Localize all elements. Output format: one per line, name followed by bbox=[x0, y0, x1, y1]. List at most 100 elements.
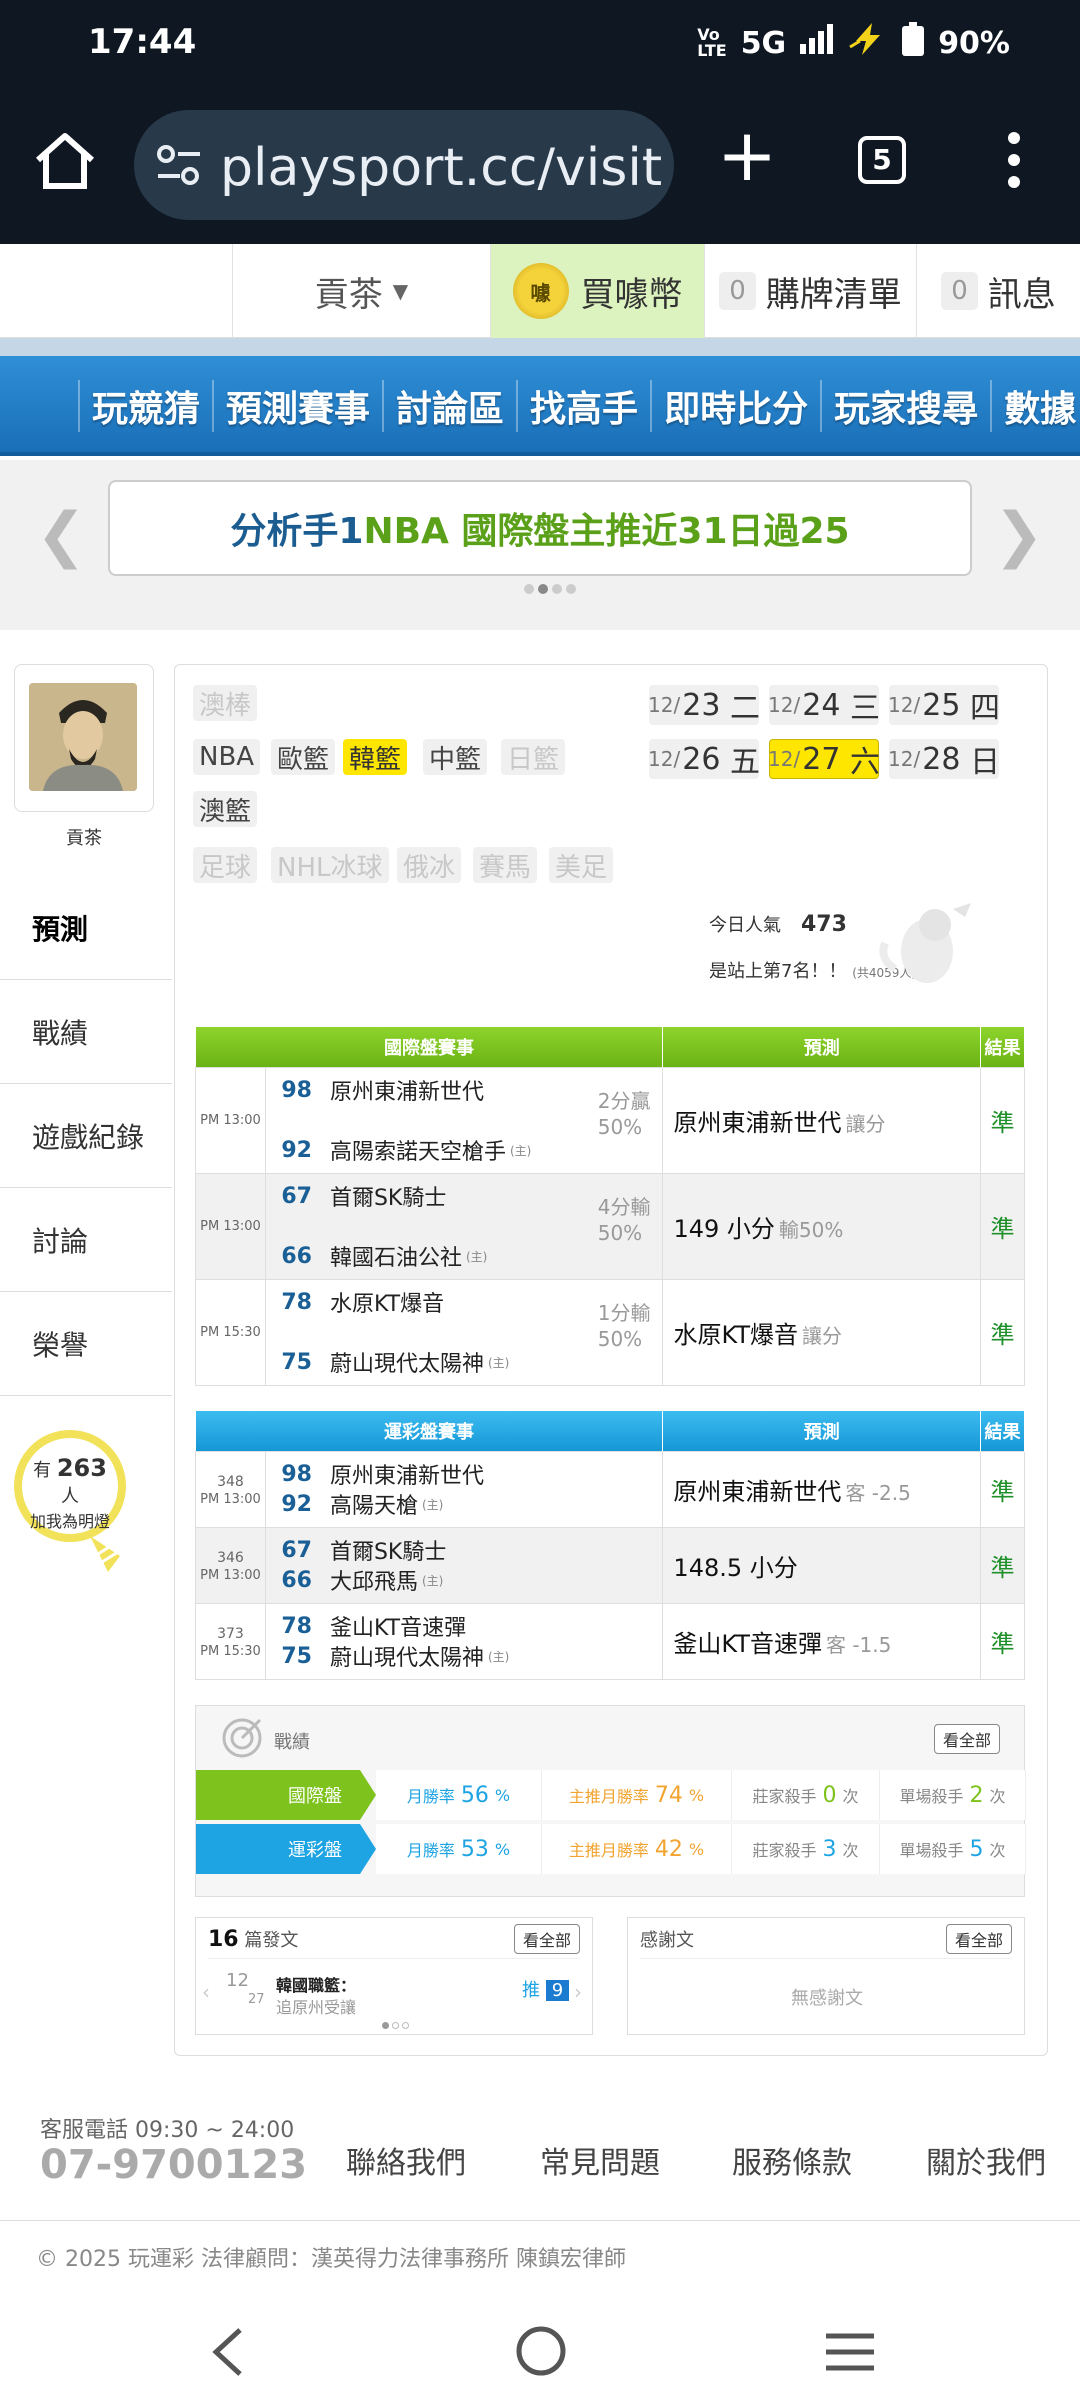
result: 準 bbox=[980, 1278, 1025, 1386]
footer-link-terms[interactable]: 服務條款 bbox=[732, 2138, 852, 2182]
chevron-left-icon[interactable]: ❮ bbox=[36, 500, 86, 570]
profile-menu: 預測 戰績 遊戲紀錄 討論 榮譽 bbox=[0, 876, 172, 1396]
nav-find-experts[interactable]: 找高手 bbox=[516, 380, 650, 432]
home-icon[interactable] bbox=[30, 126, 100, 196]
date-1226[interactable]: 12/26 五 bbox=[648, 739, 760, 780]
side-tab-record[interactable]: 戰績 bbox=[0, 980, 172, 1084]
prediction: 釜山KT音速彈客 -1.5 bbox=[662, 1602, 981, 1680]
nav-play-guess[interactable]: 玩競猜 bbox=[78, 380, 212, 432]
team-home[interactable]: 高陽索諾天空槍手 bbox=[330, 1134, 506, 1166]
sport-tag-china-basketball[interactable]: 中籃 bbox=[423, 739, 488, 775]
carousel-dot[interactable] bbox=[552, 584, 562, 594]
nav-stripe bbox=[0, 338, 1080, 358]
sport-tag-nba[interactable]: NBA bbox=[193, 739, 261, 775]
side-tab-game-log[interactable]: 遊戲紀錄 bbox=[0, 1084, 172, 1188]
avatar-card[interactable] bbox=[14, 664, 154, 812]
nav-data[interactable]: 數據 bbox=[990, 380, 1080, 432]
carousel-dot-active[interactable] bbox=[538, 584, 548, 594]
side-tab-predict[interactable]: 預測 bbox=[0, 876, 172, 980]
nav-forum[interactable]: 討論區 bbox=[382, 380, 516, 432]
new-tab-icon[interactable]: + bbox=[712, 119, 782, 191]
footer-link-about[interactable]: 關於我們 bbox=[926, 2138, 1046, 2182]
team-home[interactable]: 大邱飛馬 bbox=[330, 1564, 418, 1596]
profile-name: 貢茶 bbox=[66, 828, 102, 849]
post-title[interactable]: 韓國職籃： bbox=[276, 1972, 356, 1996]
messages-button[interactable]: 0 訊息 bbox=[916, 244, 1080, 338]
table-row: PM 15:30 78 水原KT爆音 75 蔚山現代太陽神 (主) 1分輸 50% 水原… bbox=[195, 1278, 1025, 1386]
banner-link[interactable]: 分析手1 NBA 國際盤主推近31日過25 bbox=[108, 480, 972, 576]
team-away[interactable]: 首爾SK騎士 bbox=[330, 1180, 446, 1212]
team-away[interactable]: 原州東浦新世代 bbox=[330, 1458, 484, 1490]
chevron-right-icon[interactable]: › bbox=[574, 1980, 582, 2004]
game-number: 348 bbox=[217, 1473, 244, 1490]
tab-switcher-button[interactable]: 5 bbox=[858, 136, 906, 184]
date-1228[interactable]: 12/28 日 bbox=[888, 739, 1000, 780]
team-away[interactable]: 水原KT爆音 bbox=[330, 1286, 444, 1318]
user-name: 貢茶 bbox=[314, 274, 383, 315]
sport-tag-korea-basketball[interactable]: 韓籃 bbox=[343, 739, 408, 775]
intl-header-pred: 預測 bbox=[662, 1027, 982, 1067]
sport-tag-horse-racing[interactable]: 賽馬 bbox=[473, 847, 538, 883]
team-away[interactable]: 首爾SK騎士 bbox=[330, 1534, 446, 1566]
date-1223[interactable]: 12/23 二 bbox=[648, 685, 760, 726]
home-circle-icon[interactable] bbox=[514, 2324, 568, 2382]
recent-apps-icon[interactable] bbox=[824, 2330, 876, 2378]
user-menu[interactable]: 貢茶 ▼ bbox=[232, 244, 490, 338]
copyright: © 2025 玩運彩 法律顧問：漢英得力法律事務所 陳鎮宏律師 bbox=[0, 2220, 1080, 2300]
sport-tag-japan-basketball[interactable]: 日籃 bbox=[501, 739, 566, 775]
carousel-dots bbox=[524, 584, 576, 594]
post-subtitle: 追原州受讓 bbox=[276, 1998, 357, 2017]
table-row: 348 PM 13:00 98 原州東浦新世代 92 高陽天槍 (主) 原州東浦新世代客… bbox=[195, 1450, 1025, 1528]
footer-link-faq[interactable]: 常見問題 bbox=[540, 2138, 660, 2182]
sport-tag-nhl[interactable]: NHL冰球 bbox=[271, 847, 389, 883]
sport-tag-american-football[interactable]: 美足 bbox=[549, 847, 614, 883]
footer-link-contact[interactable]: 聯絡我們 bbox=[346, 2138, 466, 2182]
team-away[interactable]: 釜山KT音速彈 bbox=[330, 1610, 466, 1642]
site-settings-icon[interactable] bbox=[156, 142, 202, 188]
cart-button[interactable]: 0 購牌清單 bbox=[704, 244, 916, 338]
team-home[interactable]: 高陽天槍 bbox=[330, 1488, 418, 1520]
posts-see-all-button[interactable]: 看全部 bbox=[513, 1924, 580, 1954]
handicap-result: 4分輸 50% bbox=[597, 1195, 651, 1245]
lottery-header-games: 運彩盤賽事 bbox=[195, 1411, 664, 1451]
thanks-see-all-button[interactable]: 看全部 bbox=[945, 1924, 1012, 1954]
team-home[interactable]: 蔚山現代太陽神 bbox=[330, 1640, 484, 1672]
nav-predict[interactable]: 預測賽事 bbox=[212, 380, 382, 432]
thanks-box: 感謝文 看全部 無感謝文 bbox=[627, 1917, 1025, 2035]
record-see-all-button[interactable]: 看全部 bbox=[933, 1724, 1000, 1754]
date-1225[interactable]: 12/25 四 bbox=[888, 685, 1000, 726]
sport-tag-euro-basketball[interactable]: 歐籃 bbox=[271, 739, 336, 775]
side-tab-honor[interactable]: 榮譽 bbox=[0, 1292, 172, 1396]
status-bar: 17:44 Vo LTE 5G 90% bbox=[0, 0, 1080, 90]
message-count: 0 bbox=[941, 272, 978, 310]
team-home[interactable]: 韓國石油公社 bbox=[330, 1240, 462, 1272]
handicap-result: 1分輸 50% bbox=[597, 1301, 651, 1351]
carousel-dot[interactable] bbox=[524, 584, 534, 594]
cart-count: 0 bbox=[719, 272, 756, 310]
chevron-right-icon[interactable]: ❯ bbox=[994, 500, 1044, 570]
team-home[interactable]: 蔚山現代太陽神 bbox=[330, 1346, 484, 1378]
side-tab-discuss[interactable]: 討論 bbox=[0, 1188, 172, 1292]
date-1224[interactable]: 12/24 三 bbox=[768, 685, 880, 726]
nav-live-score[interactable]: 即時比分 bbox=[650, 380, 820, 432]
carousel-dot[interactable] bbox=[566, 584, 576, 594]
team-away[interactable]: 原州東浦新世代 bbox=[330, 1074, 484, 1106]
post-dots bbox=[382, 2022, 409, 2029]
result: 準 bbox=[980, 1172, 1025, 1280]
intl-header-result: 結果 bbox=[980, 1027, 1025, 1067]
sport-tag-aus-baseball[interactable]: 澳棒 bbox=[193, 685, 258, 721]
address-bar[interactable]: playsport.cc/visit bbox=[134, 110, 674, 220]
service-phone[interactable]: 07-9700123 bbox=[40, 2142, 307, 2188]
date-1227-selected[interactable]: 12/27 六 bbox=[768, 739, 880, 780]
game-time: PM 15:30 bbox=[195, 1278, 266, 1386]
nav-player-search[interactable]: 玩家搜尋 bbox=[820, 380, 990, 432]
chevron-left-icon[interactable]: ‹ bbox=[202, 1980, 210, 2004]
fan-lamp[interactable]: 有 263 人 加我為明燈 bbox=[14, 1430, 126, 1542]
more-options-icon[interactable] bbox=[994, 130, 1034, 190]
cart-label: 購牌清單 bbox=[765, 274, 902, 315]
back-icon[interactable] bbox=[204, 2326, 252, 2382]
sport-tag-soccer[interactable]: 足球 bbox=[193, 847, 258, 883]
sport-tag-aus-basketball[interactable]: 澳籃 bbox=[193, 791, 258, 827]
buy-coin-button[interactable]: 噱 買噱幣 bbox=[490, 244, 704, 338]
sport-tag-russia-hockey[interactable]: 俄冰 bbox=[397, 847, 462, 883]
